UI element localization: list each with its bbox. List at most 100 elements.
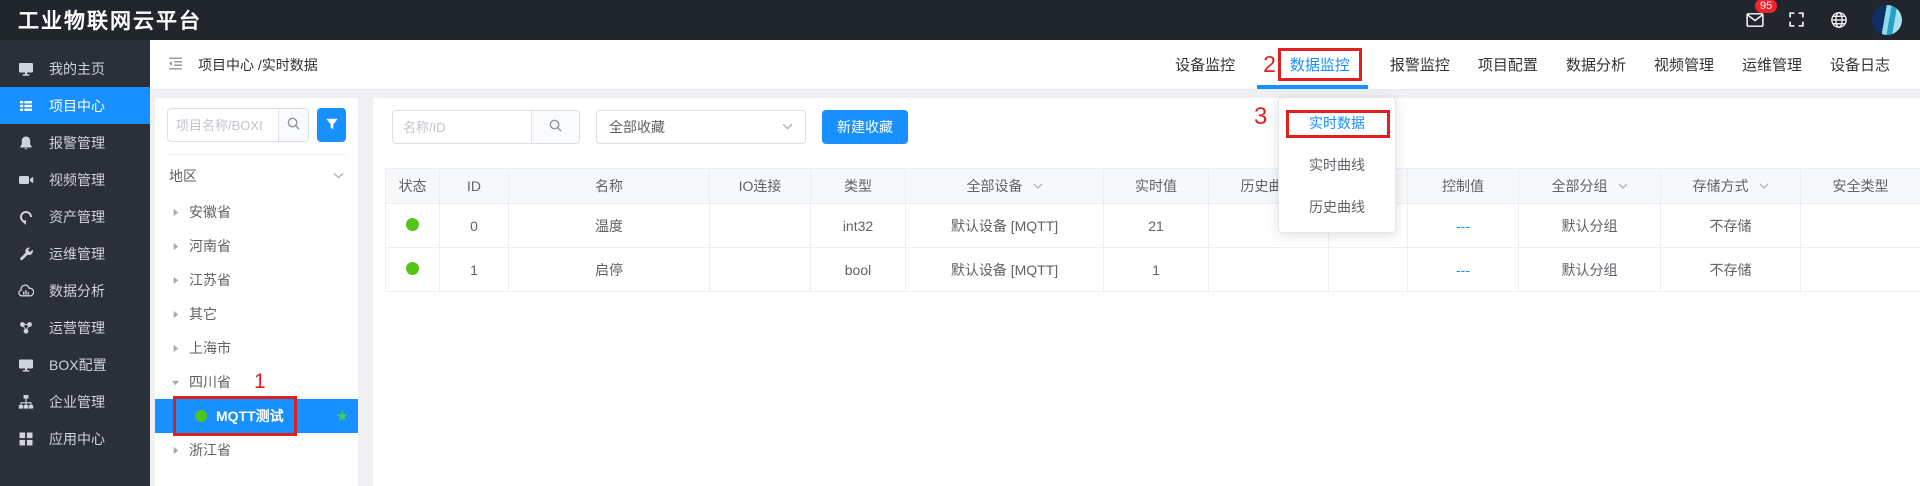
recycle-icon bbox=[18, 209, 34, 225]
tree-node-label: 上海市 bbox=[189, 338, 231, 358]
sidebar-item-label: BOX配置 bbox=[49, 355, 107, 375]
monitor-icon bbox=[18, 61, 34, 77]
tree-node-label: 河南省 bbox=[189, 236, 231, 256]
sidebar-item-my-home[interactable]: 我的主页 bbox=[0, 50, 150, 87]
messages-button[interactable]: 95 bbox=[1746, 11, 1764, 29]
tab-device-monitor[interactable]: 设备监控 bbox=[1161, 40, 1249, 89]
sidebar-item-project-center[interactable]: 项目中心 bbox=[0, 87, 150, 124]
sidebar-item-asset-mgmt[interactable]: 资产管理 bbox=[0, 198, 150, 235]
favorites-select[interactable]: 全部收藏 bbox=[596, 110, 806, 144]
tab-label: 运维管理 bbox=[1742, 54, 1802, 75]
video-camera-icon bbox=[18, 172, 34, 188]
online-status-dot bbox=[406, 262, 419, 275]
menu-item-realtime-curve[interactable]: 实时曲线 bbox=[1279, 144, 1395, 186]
tab-label: 数据分析 bbox=[1566, 54, 1626, 75]
tab-project-config[interactable]: 项目配置 bbox=[1464, 40, 1552, 89]
tab-ops-mgmt[interactable]: 运维管理 bbox=[1728, 40, 1816, 89]
sidebar-item-app-center[interactable]: 应用中心 bbox=[0, 420, 150, 457]
col-id: ID bbox=[440, 169, 509, 204]
favorites-select-value: 全部收藏 bbox=[609, 117, 665, 137]
grid-icon bbox=[18, 431, 34, 447]
page-header: 项目中心 /实时数据 设备监控 2 数据监控 报警监控 项目配置 数据分析 视频… bbox=[150, 40, 1920, 90]
group-cell: 默认分组 bbox=[1519, 204, 1661, 248]
data-search-button[interactable] bbox=[532, 110, 580, 144]
table-row: 0 温度 int32 默认设备 [MQTT] 21 --- 默认分组 不存储 bbox=[386, 204, 1920, 248]
online-status-dot bbox=[406, 218, 419, 231]
name-id-search-input[interactable] bbox=[392, 110, 532, 144]
org-chart-icon bbox=[18, 394, 34, 410]
history-curve-cell bbox=[1209, 248, 1329, 292]
id-cell: 1 bbox=[440, 248, 509, 292]
project-search-button[interactable] bbox=[279, 108, 309, 142]
sidebar-item-alarm-mgmt[interactable]: 报警管理 bbox=[0, 124, 150, 161]
security-type-cell bbox=[1801, 204, 1920, 248]
realtime-value-cell: 21 bbox=[1104, 204, 1209, 248]
tree-node-henan[interactable]: 河南省 bbox=[167, 229, 346, 263]
tree-node-other[interactable]: 其它 bbox=[167, 297, 346, 331]
col-group-filter[interactable]: 全部分组 bbox=[1519, 169, 1661, 204]
sidebar-item-label: 应用中心 bbox=[49, 429, 105, 449]
sidebar-item-data-analysis[interactable]: 数据分析 bbox=[0, 272, 150, 309]
tab-data-analysis[interactable]: 数据分析 bbox=[1552, 40, 1640, 89]
data-monitor-dropdown-menu: 实时数据 实时曲线 历史曲线 bbox=[1278, 97, 1396, 233]
tree-node-label: 浙江省 bbox=[189, 440, 231, 460]
language-button[interactable] bbox=[1830, 11, 1848, 29]
tab-alarm-monitor[interactable]: 报警监控 bbox=[1376, 40, 1464, 89]
col-realtime-value: 实时值 bbox=[1104, 169, 1209, 204]
favorite-star-icon[interactable]: ★ bbox=[336, 407, 349, 425]
io-connection-cell bbox=[710, 204, 811, 248]
project-search-input[interactable] bbox=[167, 108, 279, 142]
tree-node-sichuan[interactable]: 四川省 1 bbox=[167, 365, 346, 399]
sidebar-item-video-mgmt[interactable]: 视频管理 bbox=[0, 161, 150, 198]
sidebar: 我的主页 项目中心 报警管理 视频管理 资产管理 运维管理 数据分析 运营管理 bbox=[0, 40, 150, 486]
fullscreen-button[interactable] bbox=[1788, 11, 1806, 29]
tab-data-monitor[interactable]: 2 数据监控 bbox=[1249, 40, 1376, 89]
funnel-icon bbox=[325, 117, 339, 134]
control-value-link[interactable]: --- bbox=[1456, 218, 1470, 234]
filter-button[interactable] bbox=[317, 108, 346, 142]
tree-node-zhejiang[interactable]: 浙江省 bbox=[167, 433, 346, 467]
tab-video-mgmt[interactable]: 视频管理 bbox=[1640, 40, 1728, 89]
caret-down-icon bbox=[171, 374, 180, 390]
avatar[interactable] bbox=[1872, 5, 1902, 35]
sidebar-item-box-config[interactable]: BOX配置 bbox=[0, 346, 150, 383]
tab-label: 视频管理 bbox=[1654, 54, 1714, 75]
data-toolbar: 全部收藏 新建收藏 bbox=[392, 110, 1920, 144]
storage-cell: 不存储 bbox=[1661, 204, 1801, 248]
tab-device-log[interactable]: 设备日志 bbox=[1816, 40, 1904, 89]
menu-item-realtime-data[interactable]: 实时数据 bbox=[1279, 102, 1395, 144]
id-cell: 0 bbox=[440, 204, 509, 248]
nav-tabs: 设备监控 2 数据监控 报警监控 项目配置 数据分析 视频管理 运维管理 设备日… bbox=[1161, 40, 1904, 89]
caret-right-icon bbox=[171, 340, 180, 356]
col-storage-filter[interactable]: 存储方式 bbox=[1661, 169, 1801, 204]
sidebar-item-enterprise-mgmt[interactable]: 企业管理 bbox=[0, 383, 150, 420]
control-value-cell: --- bbox=[1408, 248, 1519, 292]
sidebar-item-operation-mgmt[interactable]: 运营管理 bbox=[0, 309, 150, 346]
sidebar-item-ops-mgmt[interactable]: 运维管理 bbox=[0, 235, 150, 272]
tree-node-shanghai[interactable]: 上海市 bbox=[167, 331, 346, 365]
tree-node-anhui[interactable]: 安徽省 bbox=[167, 195, 346, 229]
collapse-menu-icon[interactable] bbox=[167, 55, 184, 75]
tree-node-label: 江苏省 bbox=[189, 270, 231, 290]
tree-node-jiangsu[interactable]: 江苏省 bbox=[167, 263, 346, 297]
region-section-header[interactable]: 地区 bbox=[167, 154, 346, 195]
project-tree-panel: 地区 安徽省 河南省 江苏省 bbox=[155, 98, 358, 486]
status-cell bbox=[386, 248, 440, 292]
search-icon bbox=[548, 118, 563, 136]
search-icon bbox=[286, 116, 301, 134]
realtime-value-cell: 1 bbox=[1104, 248, 1209, 292]
tree-node-label: MQTT测试 bbox=[216, 406, 284, 426]
sidebar-item-label: 运维管理 bbox=[49, 244, 105, 264]
type-cell: bool bbox=[811, 248, 906, 292]
col-security-type: 安全类型 bbox=[1801, 169, 1920, 204]
sidebar-item-label: 资产管理 bbox=[49, 207, 105, 227]
caret-right-icon bbox=[171, 442, 180, 458]
col-type: 类型 bbox=[811, 169, 906, 204]
menu-item-history-curve[interactable]: 历史曲线 bbox=[1279, 186, 1395, 228]
new-favorite-button[interactable]: 新建收藏 bbox=[822, 110, 908, 144]
control-value-link[interactable]: --- bbox=[1456, 262, 1470, 278]
table-header-row: 状态 ID 名称 IO连接 类型 全部设备 实时值 历史曲线 控制值 全部分组 … bbox=[386, 169, 1920, 204]
tree-node-mqtt-test[interactable]: MQTT测试 ★ bbox=[155, 399, 358, 433]
online-status-dot bbox=[195, 410, 207, 422]
col-device-filter[interactable]: 全部设备 bbox=[906, 169, 1104, 204]
